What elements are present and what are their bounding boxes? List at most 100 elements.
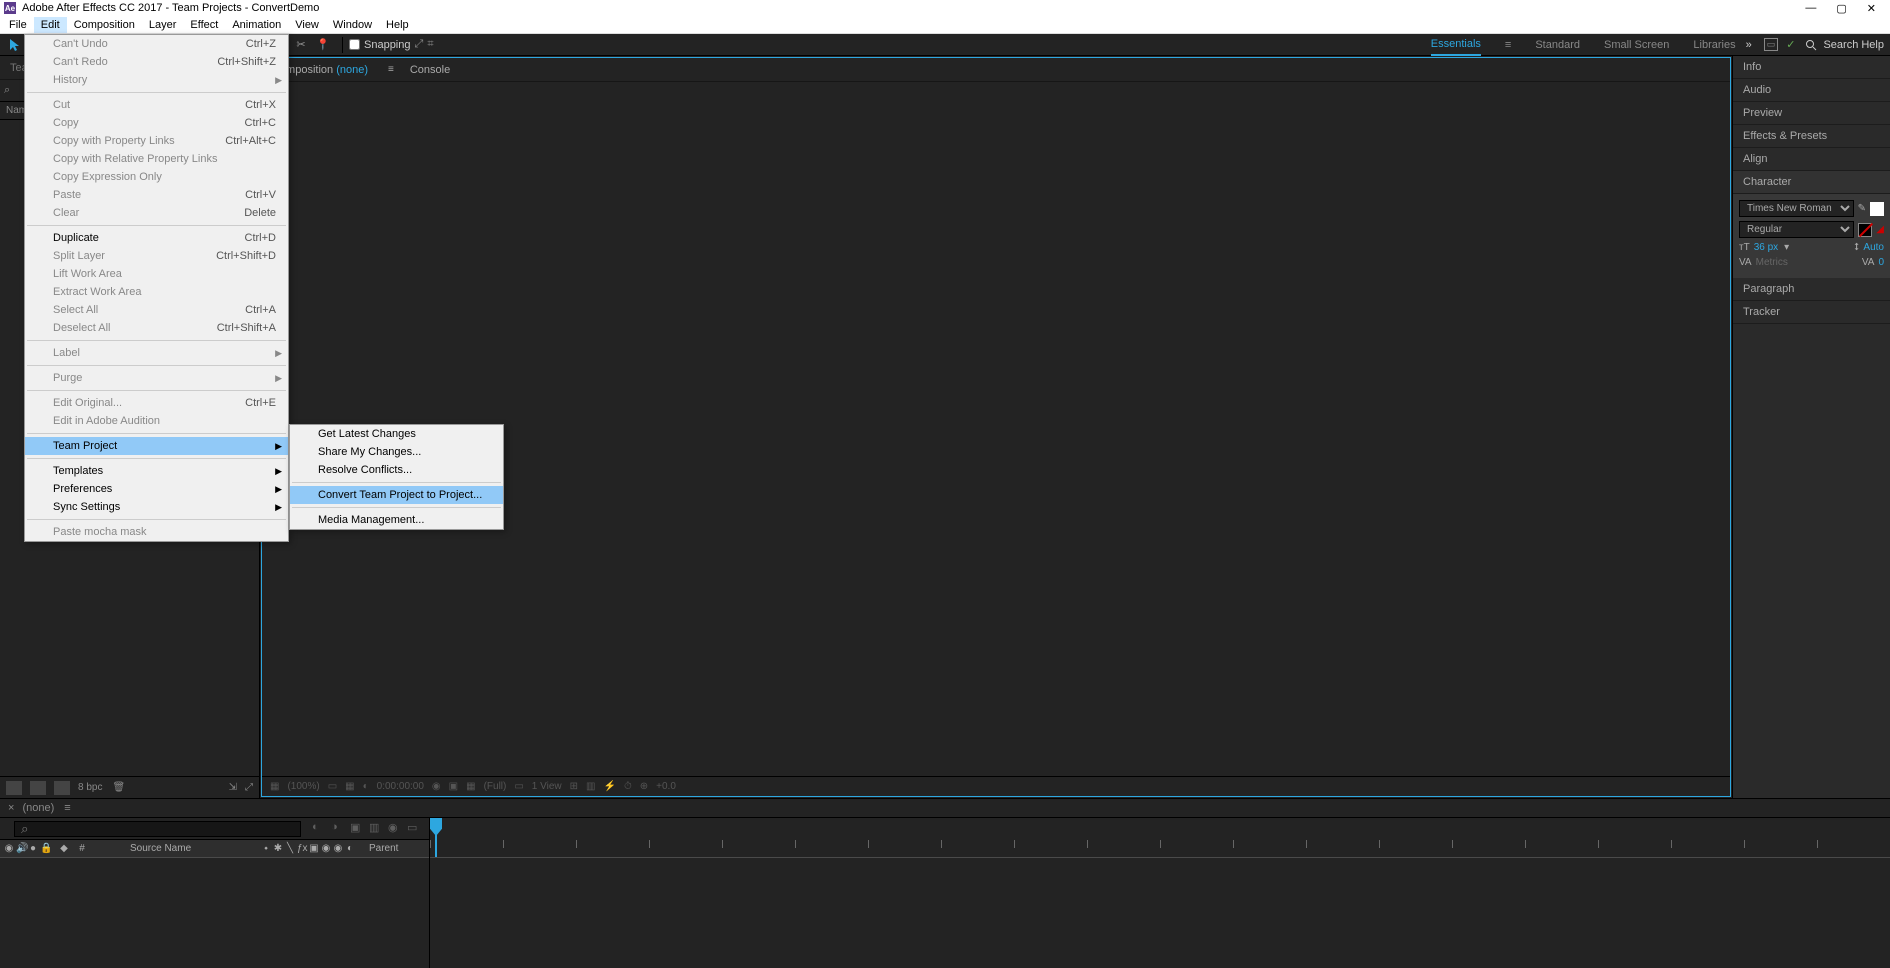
font-size-value[interactable]: 36 px — [1754, 242, 1778, 253]
comp-toggle-icon[interactable]: ▦ — [270, 781, 279, 792]
team-submenu-media-management[interactable]: Media Management... — [290, 511, 503, 529]
comp-tab-menu-icon[interactable]: ≡ — [388, 64, 394, 75]
tl-icon-6[interactable]: ▭ — [407, 821, 423, 837]
timeline-track-area[interactable] — [430, 858, 1890, 968]
puppet-tool-icon[interactable]: 📍 — [314, 36, 332, 54]
comp-mask-icon[interactable]: ◐ — [363, 781, 369, 792]
roto-tool-icon[interactable]: ✂ — [292, 36, 310, 54]
timeline-tab-menu-icon[interactable]: ≡ — [64, 802, 70, 814]
minimize-button[interactable]: — — [1805, 2, 1816, 15]
chevron-down-icon[interactable]: ▾ — [1784, 242, 1789, 253]
menu-window[interactable]: Window — [326, 17, 379, 33]
menu-file[interactable]: File — [2, 17, 34, 33]
tracking-value[interactable]: 0 — [1878, 257, 1884, 268]
panel-header-audio[interactable]: Audio — [1733, 79, 1890, 102]
workspace-overflow-icon[interactable]: » — [1746, 39, 1752, 51]
playhead[interactable] — [430, 818, 442, 836]
workspace-tab-essentials[interactable]: Essentials — [1431, 34, 1481, 56]
adj-icon[interactable]: ▣ — [309, 843, 319, 854]
menu-edit[interactable]: Edit — [34, 17, 67, 33]
comp-roi-icon[interactable]: ▣ — [449, 781, 458, 792]
solo-col-icon[interactable]: ● — [28, 843, 38, 854]
audio-col-icon[interactable]: 🔊 — [16, 843, 26, 854]
comp-icon[interactable] — [54, 781, 70, 795]
motion-blur-icon[interactable]: ƒx — [297, 843, 307, 854]
panel-header-preview[interactable]: Preview — [1733, 102, 1890, 125]
comp-timeline-icon[interactable]: ⏱ — [624, 781, 632, 792]
font-family-select[interactable]: Times New Roman — [1739, 200, 1854, 217]
panel-header-tracker[interactable]: Tracker — [1733, 301, 1890, 324]
tl-icon-3[interactable]: ▣ — [350, 821, 366, 837]
bpc-label[interactable]: 8 bpc — [78, 782, 102, 793]
comp-snap-icon[interactable]: ◉ — [432, 781, 441, 792]
team-submenu-convert-team-project-to-project[interactable]: Convert Team Project to Project... — [290, 486, 503, 504]
snap-icon-2[interactable]: ⌗ — [427, 38, 433, 51]
edit-menu-preferences[interactable]: Preferences▶ — [25, 480, 288, 498]
shy-icon[interactable]: ⬩ — [261, 843, 271, 854]
frame-blend-icon[interactable]: ╲ — [285, 843, 295, 854]
folder-icon[interactable] — [30, 781, 46, 795]
workspace-menu-icon[interactable]: ≡ — [1505, 39, 1511, 51]
comp-transp-icon[interactable]: ▦ — [466, 781, 475, 792]
edit-menu-duplicate[interactable]: DuplicateCtrl+D — [25, 229, 288, 247]
snapping-checkbox[interactable] — [349, 39, 360, 50]
fx-icon[interactable]: ✱ — [273, 843, 283, 854]
lock-col-icon[interactable]: 🔒 — [40, 843, 50, 854]
panel-header-paragraph[interactable]: Paragraph — [1733, 278, 1890, 301]
stroke-swatch[interactable] — [1858, 223, 1872, 237]
comp-camera-icon[interactable]: ▭ — [514, 781, 523, 792]
edit-menu-team-project[interactable]: Team Project▶ — [25, 437, 288, 455]
workspace-tab-standard[interactable]: Standard — [1535, 35, 1580, 55]
kerning-value[interactable]: Metrics — [1756, 257, 1788, 268]
workspace-tab-small-screen[interactable]: Small Screen — [1604, 35, 1669, 55]
project-flow-icon[interactable]: ⇲ — [229, 782, 237, 793]
index-col[interactable]: # — [74, 843, 90, 854]
3d-icon[interactable]: ◉ — [321, 843, 331, 854]
parent-col[interactable]: Parent — [359, 843, 429, 854]
tl-icon-2[interactable]: ◑ — [331, 821, 347, 837]
menu-view[interactable]: View — [288, 17, 326, 33]
menu-composition[interactable]: Composition — [67, 17, 142, 33]
timeline-close-icon[interactable]: × — [8, 802, 14, 814]
selection-tool-icon[interactable] — [6, 36, 24, 54]
workspace-tab-libraries[interactable]: Libraries — [1693, 35, 1735, 55]
team-submenu-get-latest-changes[interactable]: Get Latest Changes — [290, 425, 503, 443]
comp-views-icon[interactable]: ⊞ — [570, 781, 578, 792]
comp-time[interactable]: 0:00:00:00 — [377, 781, 424, 792]
fill-swatch[interactable] — [1870, 202, 1884, 216]
search-icon[interactable]: ⌕ — [4, 84, 10, 96]
close-button[interactable]: ✕ — [1867, 2, 1876, 15]
comp-grid-icon[interactable]: ▦ — [345, 781, 354, 792]
swap-swatch-icon[interactable]: ◢ — [1876, 224, 1884, 235]
team-submenu-resolve-conflicts[interactable]: Resolve Conflicts... — [290, 461, 503, 479]
team-submenu-share-my-changes[interactable]: Share My Changes... — [290, 443, 503, 461]
panel-header-character[interactable]: Character — [1733, 171, 1890, 194]
edit-menu-sync-settings[interactable]: Sync Settings▶ — [25, 498, 288, 516]
source-name-col[interactable]: Source Name — [130, 843, 257, 854]
trash-icon[interactable]: 🗑 — [112, 782, 125, 793]
panel-header-align[interactable]: Align — [1733, 148, 1890, 171]
eyedropper-icon[interactable]: ✎ — [1858, 203, 1866, 214]
comp-view-count[interactable]: 1 View — [532, 781, 562, 792]
comp-resolution[interactable]: (Full) — [484, 781, 507, 792]
menu-effect[interactable]: Effect — [183, 17, 225, 33]
menu-animation[interactable]: Animation — [225, 17, 288, 33]
leading-value[interactable]: Auto — [1863, 242, 1884, 253]
panel-header-info[interactable]: Info — [1733, 56, 1890, 79]
comp-exposure[interactable]: +0.0 — [656, 781, 676, 792]
timeline-ruler[interactable] — [430, 818, 1890, 858]
maximize-button[interactable]: ▢ — [1836, 2, 1846, 15]
collapse-icon[interactable]: ◉ — [333, 843, 343, 854]
snapping-toggle[interactable]: Snapping ⤢ ⌗ — [349, 38, 434, 51]
comp-pixel-icon[interactable]: ▥ — [586, 781, 595, 792]
comp-layout-icon[interactable]: ▭ — [328, 781, 337, 792]
video-col-icon[interactable]: ◉ — [4, 843, 14, 854]
menu-help[interactable]: Help — [379, 17, 416, 33]
snap-icon-1[interactable]: ⤢ — [415, 38, 424, 51]
comp-zoom[interactable]: (100%) — [287, 781, 319, 792]
tl-icon-4[interactable]: ▥ — [369, 821, 385, 837]
check-icon[interactable]: ✓ — [1786, 38, 1795, 51]
search-help[interactable]: Search Help — [1805, 39, 1884, 51]
comp-exposure-reset-icon[interactable]: ⊕ — [640, 781, 648, 792]
quality-icon[interactable]: ◐ — [345, 843, 355, 854]
